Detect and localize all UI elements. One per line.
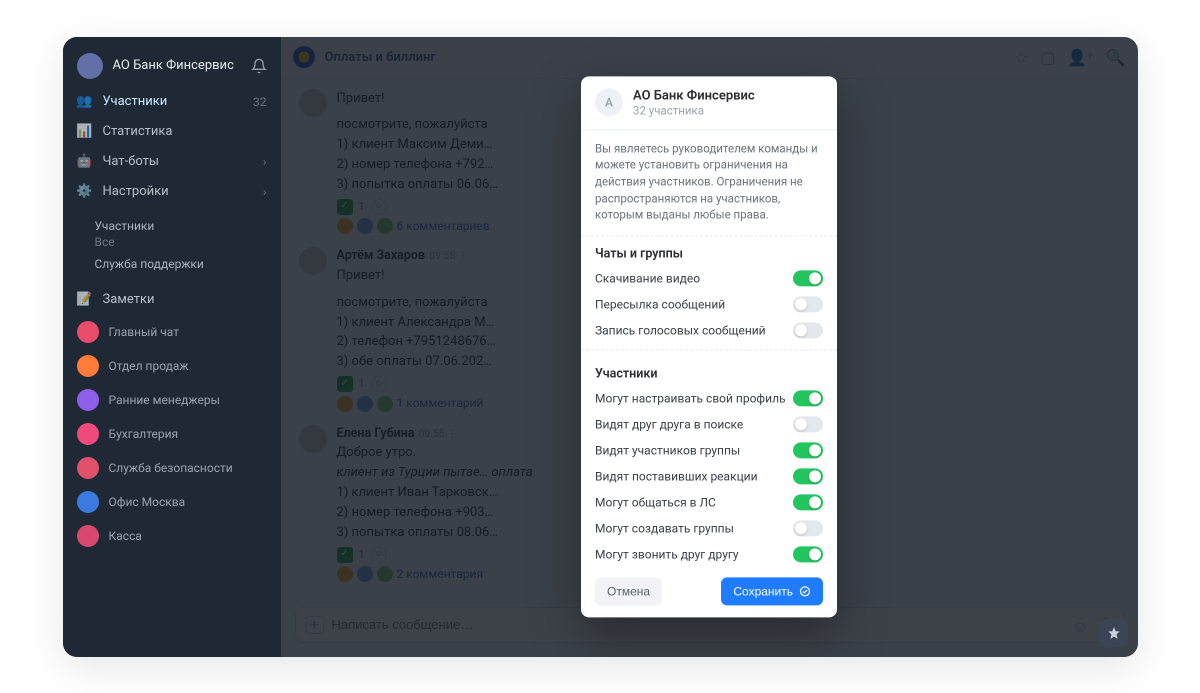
permission-row: Видят друг друга в поиске xyxy=(581,411,837,437)
permission-label: Видят участников группы xyxy=(595,443,740,457)
bell-icon[interactable] xyxy=(251,58,267,74)
toggle-switch[interactable] xyxy=(793,416,823,432)
note-icon: 📝 xyxy=(77,292,93,308)
permission-row: Видят поставивших реакции xyxy=(581,463,837,489)
permission-row: Могут настраивать свой профиль xyxy=(581,385,837,411)
sidebar-item-label: Участники xyxy=(103,94,168,109)
sidebar-item-count: 32 xyxy=(253,95,267,109)
chat-label: Служба безопасности xyxy=(109,461,233,475)
chat-color-dot xyxy=(77,321,99,343)
permission-label: Могут общаться в ЛС xyxy=(595,495,716,509)
modal-description: Вы являетесь руководителем команды и мож… xyxy=(581,130,837,236)
notes-item[interactable]: 📝 Заметки xyxy=(63,285,281,315)
toggle-switch[interactable] xyxy=(793,546,823,562)
sidebar-chat-item[interactable]: Касса xyxy=(63,519,281,553)
permission-label: Запись голосовых сообщений xyxy=(595,323,766,337)
permission-label: Могут создавать группы xyxy=(595,521,734,535)
sidebar-chat-item[interactable]: Отдел продаж xyxy=(63,349,281,383)
sidebar-item-1[interactable]: 📊 Статистика xyxy=(63,117,281,147)
main-area: Оплаты и биллинг ☆ ▢ 👤⁺ 🔍 Привет! посмот… xyxy=(281,37,1138,657)
sidebar-chat-item[interactable]: Ранние менеджеры xyxy=(63,383,281,417)
chat-label: Ранние менеджеры xyxy=(109,393,220,407)
sidebar: АО Банк Финсервис 👥 Участники 32📊 Статис… xyxy=(63,37,281,657)
toggle-switch[interactable] xyxy=(793,520,823,536)
sidebar-chat-item[interactable]: Служба безопасности xyxy=(63,451,281,485)
permission-label: Скачивание видео xyxy=(595,271,700,285)
permissions-modal: А АО Банк Финсервис 32 участника Вы явля… xyxy=(581,76,837,617)
toggle-switch[interactable] xyxy=(793,442,823,458)
sidebar-subsection[interactable]: Служба поддержки xyxy=(63,251,281,275)
permission-row: Видят участников группы xyxy=(581,437,837,463)
toggle-switch[interactable] xyxy=(793,390,823,406)
chat-color-dot xyxy=(77,525,99,547)
toggle-switch[interactable] xyxy=(793,270,823,286)
app-window: АО Банк Финсервис 👥 Участники 32📊 Статис… xyxy=(63,37,1138,657)
permission-row: Могут общаться в ЛС xyxy=(581,489,837,515)
chat-label: Главный чат xyxy=(109,325,179,339)
chat-label: Бухгалтерия xyxy=(109,427,179,441)
sidebar-icon: 👥 xyxy=(77,94,93,110)
modal-footer: Отмена Сохранить xyxy=(581,567,837,617)
notes-label: Заметки xyxy=(103,292,155,307)
team-avatar[interactable] xyxy=(77,53,103,79)
sidebar-item-label: Чат-боты xyxy=(103,154,160,169)
sidebar-chat-item[interactable]: Офис Москва xyxy=(63,485,281,519)
sidebar-subsection[interactable]: УчастникиВсе xyxy=(63,213,281,251)
sidebar-icon: 📊 xyxy=(77,124,93,140)
chat-label: Касса xyxy=(109,529,142,543)
modal-avatar: А xyxy=(595,88,623,116)
toggle-switch[interactable] xyxy=(793,296,823,312)
modal-subtitle: 32 участника xyxy=(633,103,755,117)
chat-label: Отдел продаж xyxy=(109,359,189,373)
sidebar-icon: ⚙️ xyxy=(77,184,93,200)
save-button[interactable]: Сохранить xyxy=(721,577,823,605)
chat-color-dot xyxy=(77,457,99,479)
permission-label: Видят поставивших реакции xyxy=(595,469,758,483)
permission-label: Пересылка сообщений xyxy=(595,297,725,311)
section-members-title: Участники xyxy=(581,356,837,385)
chat-label: Офис Москва xyxy=(109,495,186,509)
permission-row: Могут звонить друг другу xyxy=(581,541,837,567)
sidebar-item-2[interactable]: 🤖 Чат-боты › xyxy=(63,147,281,177)
toggle-switch[interactable] xyxy=(793,494,823,510)
permission-label: Могут настраивать свой профиль xyxy=(595,391,786,405)
sidebar-item-3[interactable]: ⚙️ Настройки › xyxy=(63,177,281,207)
cancel-button[interactable]: Отмена xyxy=(595,577,662,605)
assistant-fab[interactable] xyxy=(1100,619,1128,647)
permission-row: Скачивание видео xyxy=(581,265,837,291)
modal-title: АО Банк Финсервис xyxy=(633,88,755,103)
sidebar-item-label: Статистика xyxy=(103,124,173,139)
chat-color-dot xyxy=(77,423,99,445)
check-circle-icon xyxy=(799,585,811,597)
permission-row: Могут создавать группы xyxy=(581,515,837,541)
sidebar-item-label: Настройки xyxy=(103,184,169,199)
section-chats-title: Чаты и группы xyxy=(581,236,837,265)
sidebar-chat-item[interactable]: Главный чат xyxy=(63,315,281,349)
chat-color-dot xyxy=(77,355,99,377)
toggle-switch[interactable] xyxy=(793,322,823,338)
sidebar-icon: 🤖 xyxy=(77,154,93,170)
sidebar-item-count: › xyxy=(263,185,267,199)
modal-header: А АО Банк Финсервис 32 участника xyxy=(581,76,837,130)
permission-label: Могут звонить друг другу xyxy=(595,547,739,561)
save-label: Сохранить xyxy=(733,584,793,598)
permission-row: Запись голосовых сообщений xyxy=(581,317,837,343)
toggle-switch[interactable] xyxy=(793,468,823,484)
chat-color-dot xyxy=(77,389,99,411)
permission-row: Пересылка сообщений xyxy=(581,291,837,317)
team-name[interactable]: АО Банк Финсервис xyxy=(113,58,241,73)
sidebar-item-count: › xyxy=(263,155,267,169)
sidebar-item-0[interactable]: 👥 Участники 32 xyxy=(63,87,281,117)
chat-color-dot xyxy=(77,491,99,513)
permission-label: Видят друг друга в поиске xyxy=(595,417,743,431)
sidebar-header: АО Банк Финсервис xyxy=(63,45,281,87)
sidebar-chat-item[interactable]: Бухгалтерия xyxy=(63,417,281,451)
